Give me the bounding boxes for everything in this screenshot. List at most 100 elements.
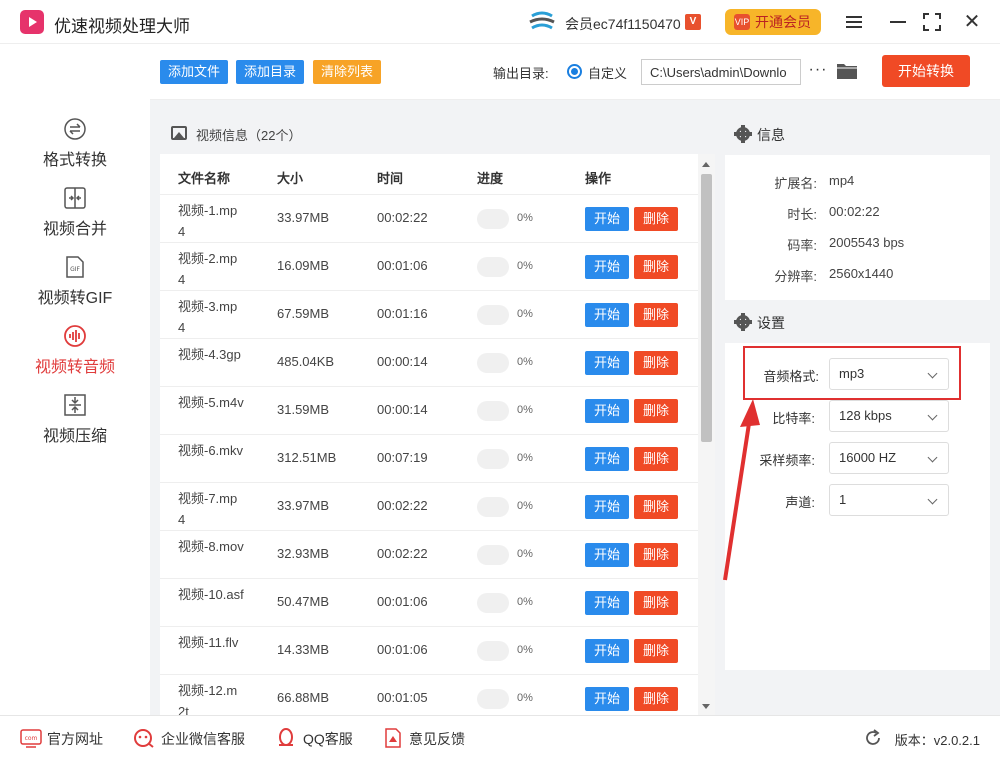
add-file-button[interactable]: 添加文件 [160,60,228,84]
progress-bar [477,497,509,517]
delete-button[interactable]: 删除 [634,447,678,471]
table-row[interactable]: 视频-6.mkv312.51MB00:07:190%开始删除 [160,434,698,482]
close-icon[interactable]: ✕ [960,10,984,34]
progress-percent: 0% [517,596,533,608]
start-button[interactable]: 开始 [585,543,629,567]
minimize-icon[interactable] [886,10,910,34]
footer-qq-link[interactable]: QQ客服 [303,729,353,749]
info-key: 时长: [787,204,817,223]
file-name: 视频-1.mp4 [178,200,244,242]
info-key: 分辨率: [774,266,817,285]
menu-icon[interactable] [842,10,866,34]
column-header-time: 时间 [377,168,403,187]
file-size: 66.88MB [277,690,329,705]
start-button[interactable]: 开始 [585,351,629,375]
sidebar-item-audio[interactable]: 视频转音频 [0,324,150,390]
file-name: 视频-8.mov [178,536,244,557]
start-button[interactable]: 开始 [585,207,629,231]
wechat-service-icon[interactable] [133,728,155,748]
footer-feedback-link[interactable]: 意见反馈 [409,729,465,749]
delete-button[interactable]: 删除 [634,687,678,711]
merge-icon [63,186,87,210]
progress-bar [477,641,509,661]
qq-icon[interactable] [275,728,297,748]
delete-button[interactable]: 删除 [634,591,678,615]
start-button[interactable]: 开始 [585,687,629,711]
delete-button[interactable]: 删除 [634,543,678,567]
progress-bar [477,401,509,421]
maximize-icon[interactable] [920,10,944,34]
feedback-icon[interactable] [382,728,404,748]
folder-icon[interactable] [836,61,858,81]
info-section-title: 信息 [757,125,785,145]
more-icon[interactable]: ··· [806,59,830,83]
format-convert-icon [63,117,87,141]
footer-wechat-service-link[interactable]: 企业微信客服 [161,729,245,749]
start-button[interactable]: 开始 [585,303,629,327]
sidebar-item-format-convert[interactable]: 格式转换 [0,117,150,183]
start-button[interactable]: 开始 [585,591,629,615]
clear-list-button[interactable]: 清除列表 [313,60,381,84]
sidebar-item-gif[interactable]: GIF 视频转GIF [0,255,150,321]
custom-dir-radio[interactable] [567,64,582,79]
file-duration: 00:02:22 [377,498,428,513]
file-size: 14.33MB [277,642,329,657]
table-row[interactable]: 视频-11.flv14.33MB00:01:060%开始删除 [160,626,698,674]
scroll-thumb[interactable] [701,174,712,442]
sample-rate-select[interactable]: 16000 HZ [829,442,949,474]
info-section-header: 信息 [725,112,990,155]
delete-button[interactable]: 删除 [634,255,678,279]
table-row[interactable]: 视频-5.m4v31.59MB00:00:140%开始删除 [160,386,698,434]
website-icon[interactable]: com [20,728,42,748]
delete-button[interactable]: 删除 [634,351,678,375]
bitrate-select[interactable]: 128 kbps [829,400,949,432]
progress-percent: 0% [517,548,533,560]
file-duration: 00:07:19 [377,450,428,465]
sidebar-item-merge[interactable]: 视频合并 [0,186,150,252]
start-button[interactable]: 开始 [585,399,629,423]
table-row[interactable]: 视频-2.mp416.09MB00:01:060%开始删除 [160,242,698,290]
vip-badge-icon: V [685,14,701,30]
footer-website-link[interactable]: 官方网址 [47,729,103,749]
file-duration: 00:01:06 [377,642,428,657]
start-convert-button[interactable]: 开始转换 [882,55,970,87]
delete-button[interactable]: 删除 [634,207,678,231]
channel-select[interactable]: 1 [829,484,949,516]
custom-dir-label[interactable]: 自定义 [588,63,627,82]
delete-button[interactable]: 删除 [634,399,678,423]
file-duration: 00:00:14 [377,402,428,417]
table-row[interactable]: 视频-4.3gp485.04KB00:00:140%开始删除 [160,338,698,386]
add-directory-button[interactable]: 添加目录 [236,60,304,84]
delete-button[interactable]: 删除 [634,303,678,327]
delete-button[interactable]: 删除 [634,639,678,663]
list-scrollbar[interactable] [698,154,715,715]
start-button[interactable]: 开始 [585,495,629,519]
output-path-input[interactable] [641,59,801,85]
sidebar-item-compress[interactable]: 视频压缩 [0,393,150,459]
progress-percent: 0% [517,452,533,464]
table-row[interactable]: 视频-8.mov32.93MB00:02:220%开始删除 [160,530,698,578]
sidebar-item-label: 视频转GIF [0,284,150,308]
title-bar: 优速视频处理大师 会员ec74f1150470 V VIP 开通会员 ✕ [0,0,1000,44]
start-button[interactable]: 开始 [585,639,629,663]
member-id[interactable]: 会员ec74f1150470 [565,14,681,34]
scroll-up-icon[interactable] [702,162,710,167]
table-row[interactable]: 视频-7.mp433.97MB00:02:220%开始删除 [160,482,698,530]
app-logo-icon [20,10,44,34]
gear-icon [736,127,750,141]
progress-bar [477,593,509,613]
progress-bar [477,353,509,373]
settings-section-title: 设置 [757,313,785,333]
table-row[interactable]: 视频-3.mp467.59MB00:01:160%开始删除 [160,290,698,338]
scroll-down-icon[interactable] [702,704,710,709]
table-row[interactable]: 视频-10.asf50.47MB00:01:060%开始删除 [160,578,698,626]
start-button[interactable]: 开始 [585,447,629,471]
delete-button[interactable]: 删除 [634,495,678,519]
open-vip-button[interactable]: VIP 开通会员 [725,9,821,35]
refresh-icon[interactable] [864,728,882,748]
table-row[interactable]: 视频-1.mp433.97MB00:02:220%开始删除 [160,194,698,242]
file-duration: 00:02:22 [377,210,428,225]
start-button[interactable]: 开始 [585,255,629,279]
settings-section-header: 设置 [725,300,990,343]
column-header-progress: 进度 [477,168,503,187]
